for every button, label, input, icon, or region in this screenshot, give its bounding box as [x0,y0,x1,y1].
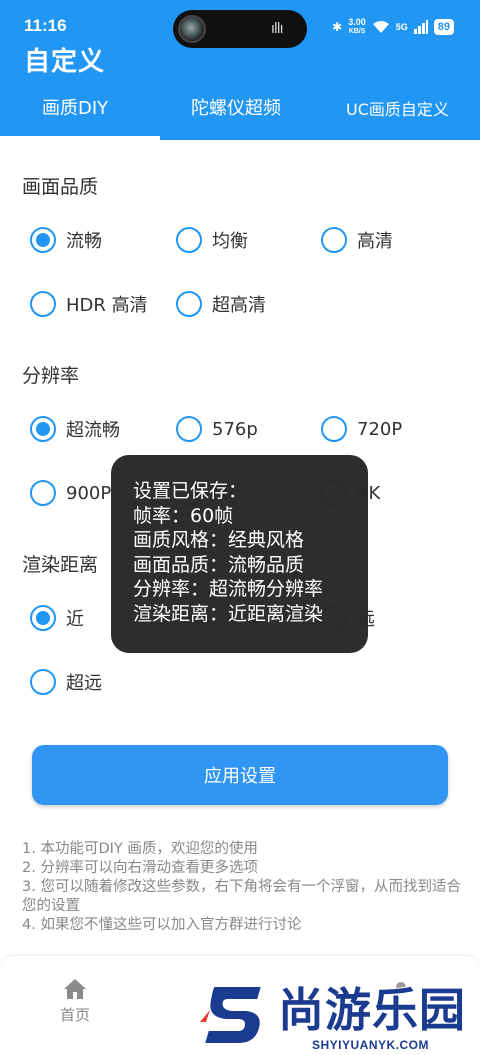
quality-option-hd[interactable]: 高清 [321,227,393,253]
note-line: 2. 分辨率可以向右滑动查看更多选项 [22,860,258,876]
render-option-near[interactable]: 近 [30,605,84,631]
tab-bar: 画质DIY 陀螺仪超频 UC画质自定义 [0,90,480,140]
radio-checked-icon [30,416,56,442]
toast-line: 分辨率：超流畅分辨率 [133,578,324,600]
quality-option-hdr[interactable]: HDR 高清 [30,291,148,317]
radio-label: HDR 高清 [66,295,148,316]
note-line: 1. 本功能可DIY 画质，欢迎您的使用 [22,841,258,857]
tab-indicator [0,136,160,140]
status-icons: ✱ 3.00 KB/S 5G 89 [332,18,454,36]
radio-label: 900P [66,482,112,504]
network-speed-unit: KB/S [348,28,366,35]
signal-icon [413,20,428,34]
wifi-icon [372,21,389,33]
radio-icon [176,291,202,317]
apply-settings-button[interactable]: 应用设置 [32,745,448,805]
radio-label: 超远 [66,673,102,694]
bluetooth-icon: ✱ [332,20,343,34]
resolution-option-576p[interactable]: 576p [176,416,258,442]
radio-label: 超高清 [212,295,266,316]
battery-icon: 89 [433,19,454,35]
radio-label: 超流畅 [66,420,120,441]
tab-gyroscope[interactable]: 陀螺仪超频 [191,94,281,120]
toast-line: 渲染距离：近距离渲染 [133,602,324,625]
nav-home[interactable]: 首页 [60,978,90,1025]
render-distance-section-title: 渲染距离 [22,554,99,576]
radio-checked-icon [30,605,56,631]
watermark-url: SHYIYUANYK.COM [312,1038,430,1052]
camera-icon [178,15,206,43]
network-speed-value: 3.00 [348,17,366,27]
watermark-text: 尚游乐园 [277,982,466,1038]
audio-wave-icon: ıllı [271,21,284,37]
radio-label: 流畅 [66,231,102,252]
watermark: 尚游乐园 SHYIYUANYK.COM [200,982,480,1055]
quality-option-uhd[interactable]: 超高清 [176,291,266,317]
network-speed: 3.00 KB/S [348,18,366,36]
quality-option-balanced[interactable]: 均衡 [176,227,248,253]
nav-home-label: 首页 [60,1006,91,1024]
resolution-option-900p[interactable]: 900P [30,480,111,506]
toast-line: 设置已保存： [133,480,248,502]
radio-checked-icon [30,227,56,253]
quality-section-title: 画面品质 [22,176,99,198]
network-type: 5G [395,22,408,32]
app-header: 11:16 ıllı ✱ 3.00 KB/S 5G 89 自定义 画质DIY 陀… [0,0,480,140]
quality-option-smooth[interactable]: 流畅 [30,227,102,253]
radio-label: 近 [66,609,84,630]
tab-diy[interactable]: 画质DIY [42,94,108,120]
radio-label: 576p [212,418,258,440]
render-option-very-far[interactable]: 超远 [30,669,102,695]
radio-label: 均衡 [212,231,248,252]
resolution-section-title: 分辨率 [22,365,80,387]
home-icon [64,979,86,999]
tab-uc-quality[interactable]: UC画质自定义 [346,96,449,120]
status-time: 11:16 [24,16,67,35]
page-title: 自定义 [24,47,106,77]
toast-line: 画质风格：经典风格 [133,529,305,551]
watermark-logo-icon [200,985,264,1045]
note-line: 4. 如果您不懂这些可以加入官方群进行讨论 [22,917,302,933]
radio-icon [321,227,347,253]
settings-saved-toast: 设置已保存： 帧率：60帧 画质风格：经典风格 画面品质：流畅品质 分辨率：超流… [111,455,368,653]
toast-line: 帧率：60帧 [133,504,234,527]
dynamic-island: ıllı [173,10,307,48]
radio-label: 720P [357,418,403,440]
radio-icon [30,291,56,317]
toast-line: 画面品质：流畅品质 [133,553,305,576]
resolution-option-720p[interactable]: 720P [321,416,402,442]
usage-notes: 1. 本功能可DIY 画质，欢迎您的使用 2. 分辨率可以向右滑动查看更多选项 … [22,840,462,935]
radio-icon [176,227,202,253]
radio-icon [176,416,202,442]
radio-icon [30,669,56,695]
resolution-option-ultra-smooth[interactable]: 超流畅 [30,416,120,442]
note-line: 3. 您可以随着修改这些参数，右下角将会有一个浮窗，从而找到适合您的设置 [22,879,461,914]
radio-icon [30,480,56,506]
radio-label: 高清 [357,231,393,252]
radio-icon [321,416,347,442]
